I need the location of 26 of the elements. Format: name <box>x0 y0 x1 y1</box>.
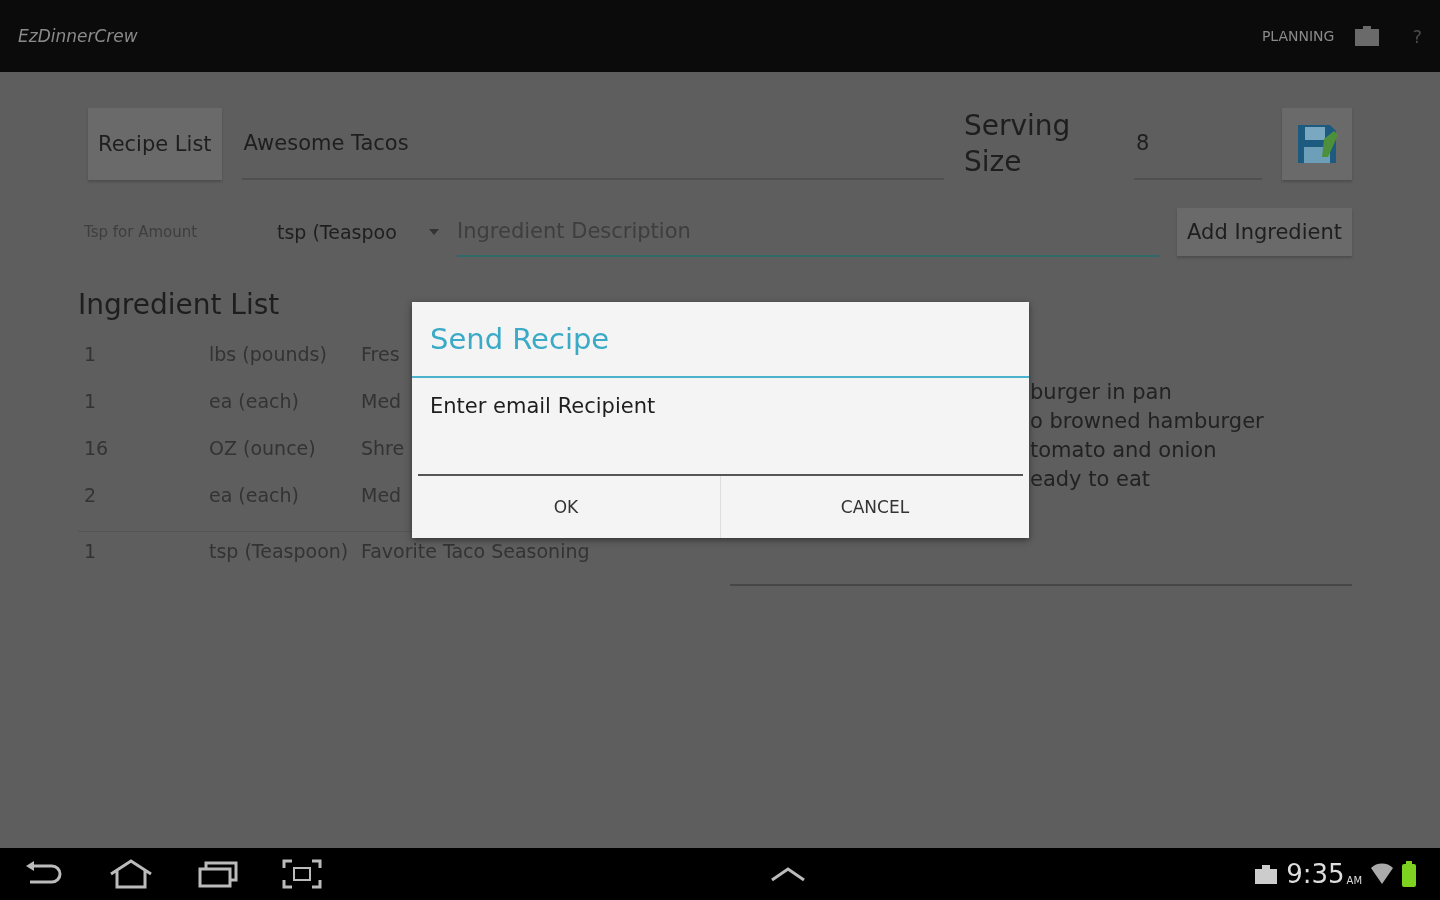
wifi-icon <box>1370 862 1394 886</box>
save-button[interactable] <box>1282 108 1352 180</box>
help-button[interactable]: ? <box>1412 25 1422 47</box>
planning-tab[interactable]: PLANNING <box>1261 28 1335 44</box>
recipe-name-field[interactable]: Awesome Tacos <box>241 108 944 180</box>
dropdown-caret-icon <box>429 229 439 235</box>
serving-size-label: Serving Size <box>964 107 1072 180</box>
briefcase-icon[interactable] <box>1354 25 1381 47</box>
app-title: EzDinnerCrew <box>18 26 139 46</box>
recent-apps-icon[interactable] <box>198 860 238 888</box>
unit-dropdown[interactable]: tsp (Teaspoo <box>277 210 439 254</box>
recipe-list-button[interactable]: Recipe List <box>88 108 222 180</box>
dialog-message: Enter email Recipient <box>429 393 657 418</box>
add-ingredient-button[interactable]: Add Ingredient <box>1177 208 1352 256</box>
serving-size-field[interactable]: 8 <box>1134 108 1262 180</box>
clock-ampm: AM <box>1346 873 1362 886</box>
up-caret-icon[interactable] <box>770 866 807 882</box>
shopping-bag-icon <box>1254 863 1279 885</box>
battery-icon <box>1402 861 1416 887</box>
clock-time: 9:35 <box>1286 859 1345 889</box>
dialog-title: Send Recipe <box>412 302 1029 378</box>
ok-button[interactable]: OK <box>412 476 720 538</box>
screenshot-icon[interactable] <box>282 859 322 889</box>
ingredient-list-heading: Ingredient List <box>78 288 281 321</box>
home-icon[interactable] <box>108 859 154 889</box>
cancel-button[interactable]: CANCEL <box>720 476 1029 538</box>
